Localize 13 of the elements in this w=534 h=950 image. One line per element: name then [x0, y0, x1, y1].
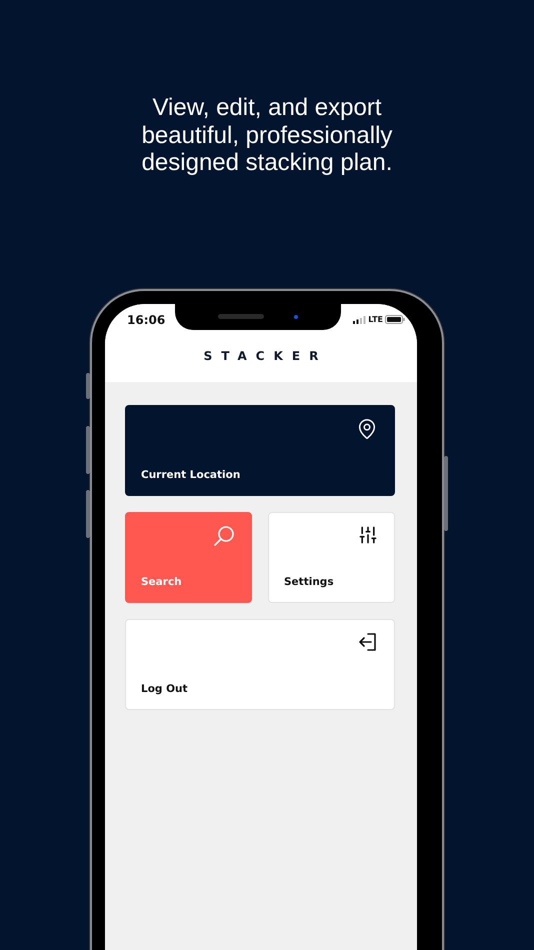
- status-time: 16:06: [127, 312, 166, 326]
- signal-icon: [353, 316, 366, 324]
- app-title: STACKER: [204, 348, 328, 362]
- menu-tile[interactable]: Current Location: [125, 404, 395, 496]
- headline: View, edit, and export beautiful, professionally designed stacking plan.: [140, 94, 394, 176]
- map-pin-icon: [356, 418, 378, 440]
- menu-tile[interactable]: Settings: [268, 512, 395, 602]
- battery-icon: [385, 315, 405, 324]
- arrow-bracket-icon: [358, 632, 378, 652]
- network-label: LTE: [368, 315, 383, 324]
- search-icon: [213, 524, 235, 546]
- sliders-icon: [358, 524, 378, 544]
- menu-tile[interactable]: Log Out: [125, 618, 395, 710]
